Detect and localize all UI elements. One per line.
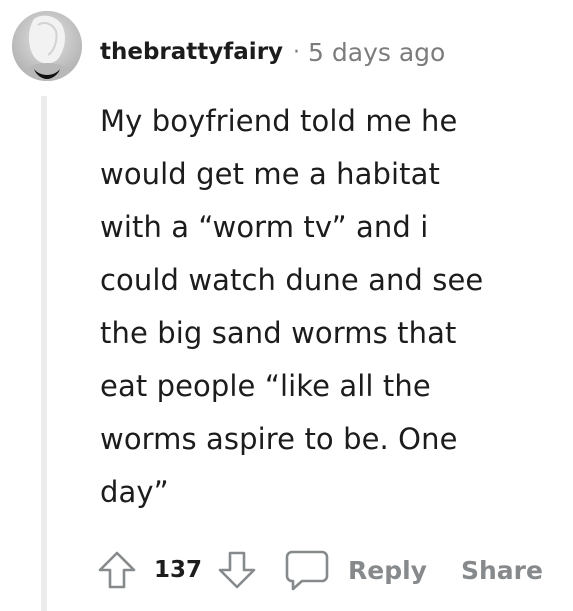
avatar-image xyxy=(12,11,82,81)
downvote-arrow-icon xyxy=(218,551,256,589)
avatar[interactable] xyxy=(12,11,82,81)
upvote-arrow-icon xyxy=(98,551,136,589)
vote-score: 137 xyxy=(154,557,203,583)
speech-bubble-icon xyxy=(285,550,329,591)
comment-actions: 137 Reply Share xyxy=(96,542,543,598)
comment-body: My boyfriend told me he would get me a h… xyxy=(100,104,484,509)
thread-line[interactable] xyxy=(41,96,47,611)
downvote-button[interactable] xyxy=(216,549,258,591)
comment-header: thebrattyfairy · 5 days ago xyxy=(100,32,445,72)
reply-button[interactable]: Reply xyxy=(348,556,427,585)
comment: thebrattyfairy · 5 days ago My boyfriend… xyxy=(0,0,573,611)
timestamp[interactable]: 5 days ago xyxy=(308,38,445,67)
username[interactable]: thebrattyfairy xyxy=(100,39,283,65)
separator-dot: · xyxy=(293,39,301,65)
reply-icon-button[interactable] xyxy=(284,548,330,592)
share-button[interactable]: Share xyxy=(461,556,543,585)
upvote-button[interactable] xyxy=(96,549,138,591)
